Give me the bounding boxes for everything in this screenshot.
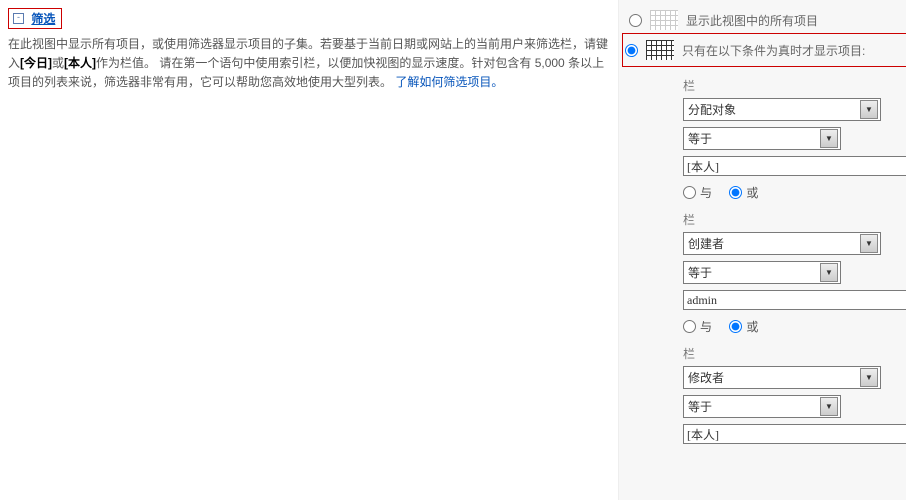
filter-list: 栏 分配对象▼ 等于▼ [本人] 与 或 栏 创建者▼ 等于▼ admin 与 …: [627, 77, 906, 444]
column-caption: 栏: [683, 211, 906, 228]
filter2-and[interactable]: 与: [683, 320, 712, 334]
chevron-down-icon: ▼: [820, 397, 838, 416]
chevron-down-icon: ▼: [860, 234, 878, 253]
column-caption: 栏: [683, 77, 906, 94]
option-show-all[interactable]: 显示此视图中的所有项目: [627, 10, 906, 30]
collapse-icon[interactable]: -: [13, 13, 24, 24]
filter3-column-select[interactable]: 修改者▼: [683, 366, 881, 389]
filter1-operator-select[interactable]: 等于▼: [683, 127, 841, 150]
chevron-down-icon: ▼: [820, 263, 838, 282]
chevron-down-icon: ▼: [860, 100, 878, 119]
filter3-value-input[interactable]: [本人]: [683, 424, 906, 444]
chevron-down-icon: ▼: [860, 368, 878, 387]
filter1-value-input[interactable]: [本人]: [683, 156, 906, 176]
filter2-operator-select[interactable]: 等于▼: [683, 261, 841, 284]
filter-panel: 显示此视图中的所有项目 只有在以下条件为真时才显示项目: 栏 分配对象▼ 等于▼…: [618, 0, 906, 500]
filter2-join: 与 或: [683, 318, 906, 335]
column-caption: 栏: [683, 345, 906, 362]
option-conditional-label: 只有在以下条件为真时才显示项目:: [682, 42, 865, 59]
filter1-and[interactable]: 与: [683, 186, 712, 200]
filter2-column-select[interactable]: 创建者▼: [683, 232, 881, 255]
section-header[interactable]: - 筛选: [8, 8, 62, 29]
filter3-operator-select[interactable]: 等于▼: [683, 395, 841, 418]
filter2-or[interactable]: 或: [729, 320, 758, 334]
grid-icon: [650, 10, 678, 30]
description-panel: - 筛选 在此视图中显示所有项目，或使用筛选器显示项目的子集。若要基于当前日期或…: [0, 0, 618, 500]
learn-more-link[interactable]: 了解如何筛选项目。: [395, 75, 503, 89]
option-conditional[interactable]: 只有在以下条件为真时才显示项目:: [623, 40, 906, 60]
filter2-value-input[interactable]: admin: [683, 290, 906, 310]
description-text: 在此视图中显示所有项目，或使用筛选器显示项目的子集。若要基于当前日期或网站上的当…: [8, 35, 618, 93]
section-title[interactable]: 筛选: [31, 12, 55, 26]
chevron-down-icon: ▼: [820, 129, 838, 148]
filter1-join: 与 或: [683, 184, 906, 201]
radio-show-all[interactable]: [629, 14, 642, 27]
filter1-or[interactable]: 或: [729, 186, 758, 200]
radio-conditional[interactable]: [625, 44, 638, 57]
grid-filtered-icon: [646, 40, 674, 60]
filter1-column-select[interactable]: 分配对象▼: [683, 98, 881, 121]
option-show-all-label: 显示此视图中的所有项目: [686, 12, 818, 29]
